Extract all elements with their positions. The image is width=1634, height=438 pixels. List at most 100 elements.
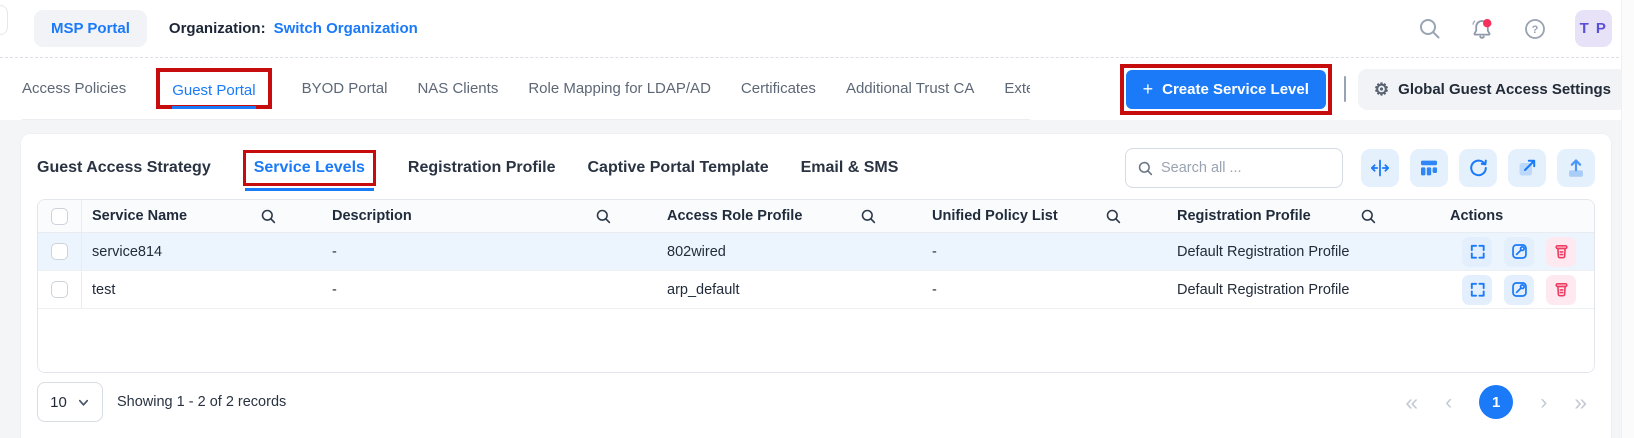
delete-row-button[interactable] [1546, 236, 1576, 267]
table-row[interactable]: service814 - 802wired - Default Registra… [38, 233, 1594, 271]
table-row[interactable]: test - arp_default - Default Registratio… [38, 271, 1594, 309]
row-select-cell [38, 271, 82, 308]
subtab-email-sms[interactable]: Email & SMS [801, 159, 899, 177]
search-input[interactable] [1160, 160, 1330, 176]
tab-role-mapping-ldap[interactable]: Role Mapping for LDAP/AD [528, 80, 711, 97]
tab-guest-portal[interactable]: Guest Portal [172, 82, 256, 109]
tab-nas-clients[interactable]: NAS Clients [417, 80, 498, 97]
tab-additional-trust-ca[interactable]: Additional Trust CA [846, 80, 974, 97]
expand-icon [1470, 244, 1485, 259]
last-page-button[interactable]: » [1574, 390, 1587, 414]
row-checkbox[interactable] [51, 243, 68, 260]
next-page-button[interactable]: › [1540, 392, 1547, 413]
column-search-icon[interactable] [861, 209, 876, 224]
export-button[interactable] [1508, 149, 1546, 187]
column-search-icon[interactable] [1106, 209, 1121, 224]
delete-icon [1554, 282, 1568, 297]
cell-actions [1422, 271, 1594, 308]
scrollbar-track[interactable] [1621, 0, 1634, 438]
cell-registration-profile: Default Registration Profile [1177, 243, 1350, 260]
delete-icon [1554, 244, 1568, 259]
table-tool-buttons [1361, 149, 1595, 187]
column-service-name: Service Name [82, 200, 322, 232]
search-box [1125, 148, 1343, 188]
edit-icon [1511, 282, 1527, 297]
help-icon[interactable]: ? [1523, 17, 1547, 41]
search-icon [1138, 161, 1153, 175]
column-description: Description [322, 200, 657, 232]
vertical-divider [1343, 76, 1346, 102]
current-page-button[interactable]: 1 [1479, 385, 1514, 419]
first-page-button[interactable]: « [1405, 390, 1418, 414]
organization-label: Organization: [168, 20, 266, 37]
subtab-captive-portal-template[interactable]: Captive Portal Template [588, 159, 769, 177]
column-search-icon[interactable] [1361, 209, 1376, 224]
table-toolbar [1125, 148, 1595, 188]
edit-row-button[interactable] [1504, 236, 1534, 267]
upload-button[interactable] [1557, 149, 1595, 187]
msp-portal-button[interactable]: MSP Portal [34, 10, 147, 47]
subtab-guest-access-strategy[interactable]: Guest Access Strategy [37, 159, 211, 177]
edit-icon [1511, 244, 1527, 259]
tab-external-source[interactable]: External Source [1004, 80, 1030, 97]
columns-button[interactable] [1410, 149, 1448, 187]
edge-button-fragment [0, 5, 8, 35]
plus-icon: + [1142, 79, 1154, 99]
service-levels-table: Service Name Description Access Role Pro… [37, 199, 1595, 373]
page-size-select[interactable]: 10 [37, 382, 103, 422]
column-access-role-profile: Access Role Profile [657, 200, 922, 232]
cell-description: - [332, 281, 337, 298]
columns-icon [1421, 160, 1437, 176]
row-checkbox[interactable] [51, 281, 68, 298]
tab-certificates[interactable]: Certificates [741, 80, 816, 97]
search-icon[interactable] [1418, 17, 1441, 40]
prev-page-button[interactable]: ‹ [1445, 392, 1452, 413]
fit-columns-button[interactable] [1361, 149, 1399, 187]
fit-width-icon [1370, 159, 1390, 177]
select-all-cell [38, 200, 82, 232]
global-guest-access-settings-button[interactable]: ⚙ Global Guest Access Settings [1357, 68, 1627, 110]
subtab-registration-profile[interactable]: Registration Profile [408, 159, 556, 177]
subtab-service-levels[interactable]: Service Levels [254, 159, 365, 176]
delete-row-button[interactable] [1546, 274, 1576, 305]
edit-row-button[interactable] [1504, 274, 1534, 305]
chevron-down-icon [78, 399, 88, 406]
column-search-icon[interactable] [596, 209, 611, 224]
cell-access-role-profile: 802wired [667, 243, 726, 260]
sub-tabs: Guest Access Strategy Service Levels Reg… [37, 150, 899, 191]
annotation-box-create-service-level: + Create Service Level [1119, 63, 1332, 115]
cell-unified-policy-list: - [932, 243, 937, 260]
table-header-row: Service Name Description Access Role Pro… [38, 200, 1594, 233]
expand-icon [1470, 282, 1485, 297]
row-select-cell [38, 233, 82, 270]
notifications-bell-icon[interactable] [1469, 16, 1495, 42]
topbar-actions: ? T P [1418, 10, 1612, 47]
pager-nav: « ‹ 1 › » [1405, 385, 1595, 419]
main-tab-bar: Access Policies Guest Portal BYOD Portal… [0, 58, 1634, 120]
column-search-icon[interactable] [261, 209, 276, 224]
subtab-row: Guest Access Strategy Service Levels Reg… [37, 134, 1595, 199]
refresh-button[interactable] [1459, 149, 1497, 187]
svg-text:?: ? [1532, 24, 1539, 36]
select-all-checkbox[interactable] [51, 207, 68, 225]
create-service-level-button[interactable]: + Create Service Level [1125, 69, 1326, 109]
organization-link[interactable]: Switch Organization [274, 20, 418, 37]
expand-row-button[interactable] [1462, 236, 1492, 267]
cell-registration-profile: Default Registration Profile [1177, 281, 1350, 298]
annotation-box-service-levels: Service Levels [242, 150, 376, 191]
tab-byod-portal[interactable]: BYOD Portal [302, 80, 388, 97]
cell-service-name: service814 [92, 243, 163, 260]
organization-group: Organization: Switch Organization [169, 20, 418, 37]
records-summary: Showing 1 - 2 of 2 records [117, 394, 287, 410]
top-bar: MSP Portal Organization: Switch Organiza… [0, 0, 1634, 58]
expand-row-button[interactable] [1462, 274, 1492, 305]
column-actions: Actions [1450, 208, 1504, 224]
gear-icon: ⚙ [1373, 79, 1390, 99]
main-tabs: Access Policies Guest Portal BYOD Portal… [22, 58, 1030, 120]
cell-service-name: test [92, 281, 116, 298]
tab-access-policies[interactable]: Access Policies [22, 80, 126, 97]
cell-actions [1422, 233, 1594, 270]
user-avatar[interactable]: T P [1575, 10, 1612, 47]
annotation-box-guest-portal: Guest Portal [156, 68, 272, 109]
table-empty-space [38, 309, 1594, 372]
